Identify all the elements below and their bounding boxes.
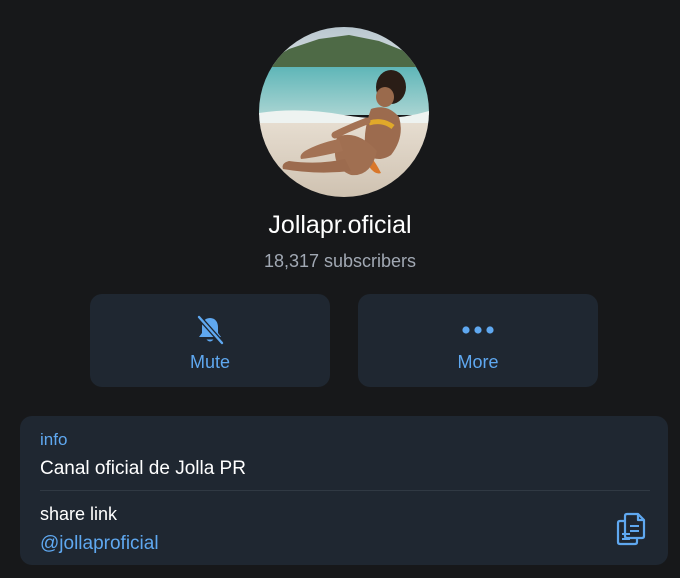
channel-description: Canal oficial de Jolla PR (40, 458, 246, 479)
more-button[interactable]: More (358, 294, 598, 387)
channel-avatar[interactable] (259, 27, 429, 197)
copy-icon[interactable] (616, 512, 646, 546)
bell-slash-icon (196, 314, 224, 346)
mute-label: Mute (189, 352, 231, 372)
divider (40, 490, 650, 491)
channel-title: Jollapr.oficial (268, 211, 412, 239)
info-card: info Canal oficial de Jolla PR share lin… (20, 416, 668, 565)
share-link-label: share link (40, 504, 118, 524)
more-label: More (457, 352, 499, 372)
more-dots-icon (461, 314, 495, 346)
channel-username-link[interactable]: @jollaproficial (40, 533, 159, 555)
subscriber-count: 18,317 subscribers (263, 251, 417, 271)
mute-button[interactable]: Mute (90, 294, 330, 387)
avatar-photo (259, 27, 429, 197)
info-label: info (40, 430, 68, 449)
